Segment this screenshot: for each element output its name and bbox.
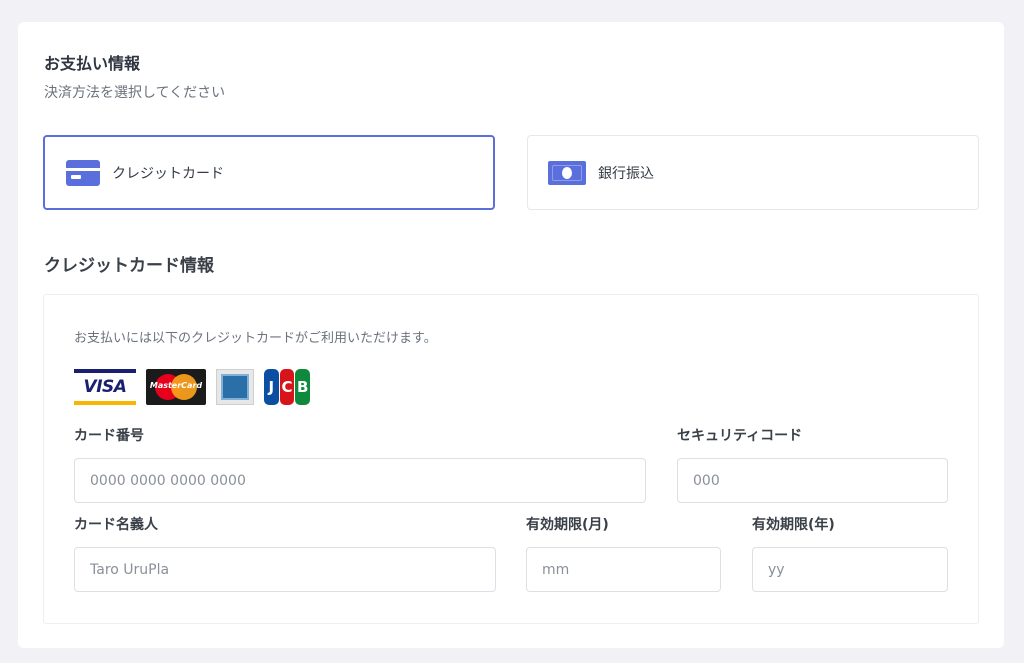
cash-icon <box>548 160 586 185</box>
payment-method-credit-card[interactable]: クレジットカード <box>43 135 495 210</box>
accepted-cards-notice: お支払いには以下のクレジットカードがご利用いただけます。 <box>74 331 437 346</box>
security-code-input[interactable] <box>677 458 948 503</box>
credit-card-icon <box>66 159 100 186</box>
card-holder-input[interactable] <box>74 547 496 592</box>
page-subtitle: 決済方法を選択してください <box>44 85 226 101</box>
card-brand-logos: VISA MasterCard J C B <box>74 369 311 405</box>
amex-logo <box>216 369 254 405</box>
payment-method-bank-transfer[interactable]: 銀行振込 <box>527 135 979 210</box>
visa-logo: VISA <box>74 369 136 405</box>
card-number-input[interactable] <box>74 458 646 503</box>
page-title: お支払い情報 <box>44 54 141 73</box>
expiry-month-input[interactable] <box>526 547 721 592</box>
security-code-label: セキュリティコード <box>677 428 803 444</box>
card-number-label: カード番号 <box>74 428 144 444</box>
credit-card-panel: お支払いには以下のクレジットカードがご利用いただけます。 VISA Master… <box>43 294 979 624</box>
payment-method-label: クレジットカード <box>112 165 224 182</box>
payment-method-label: 銀行振込 <box>598 165 654 182</box>
mastercard-logo: MasterCard <box>146 369 206 405</box>
section-title: クレジットカード情報 <box>44 256 214 276</box>
payment-card: お支払い情報 決済方法を選択してください クレジットカード 銀行振込 クレジット… <box>18 22 1004 648</box>
expiry-month-label: 有効期限(月) <box>526 517 609 533</box>
jcb-logo: J C B <box>264 369 311 405</box>
expiry-year-label: 有効期限(年) <box>752 517 835 533</box>
expiry-year-input[interactable] <box>752 547 948 592</box>
card-holder-label: カード名義人 <box>74 517 158 533</box>
